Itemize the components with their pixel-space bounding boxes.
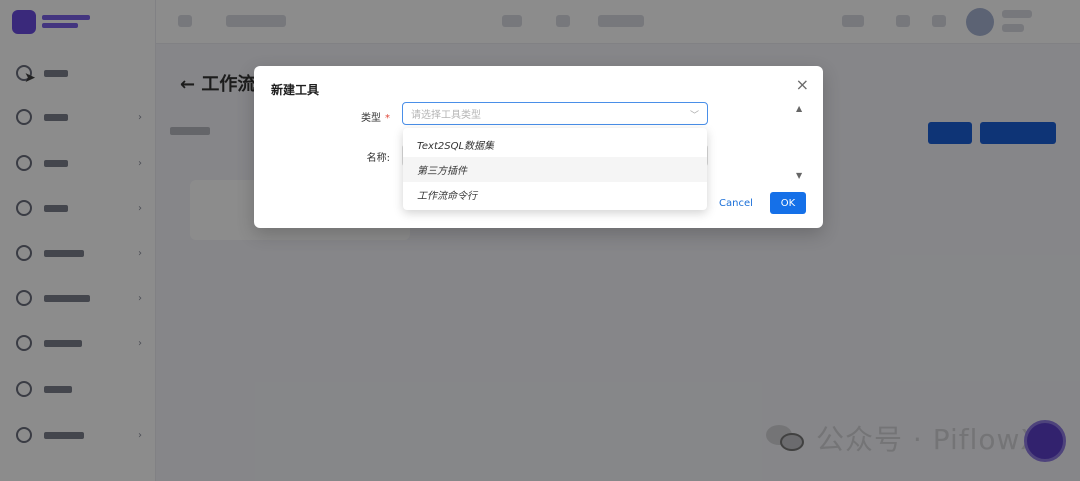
mouse-cursor-icon: ➤	[24, 70, 36, 86]
app-root: › › › › › › › ← 工作流 公众号 · PiflowX ➤ 新建工具	[0, 0, 1080, 481]
scroll-up-icon[interactable]: ▲	[796, 104, 802, 113]
ok-button[interactable]: OK	[770, 192, 806, 214]
close-icon[interactable]: ×	[796, 77, 809, 93]
dropdown-option-third-party-plugin[interactable]: 第三方插件	[403, 157, 707, 182]
required-mark: *	[385, 113, 390, 124]
tool-type-dropdown: Text2SQL数据集 第三方插件 工作流命令行	[403, 128, 707, 210]
name-label: 名称:	[366, 153, 390, 164]
dropdown-option-text2sql[interactable]: Text2SQL数据集	[403, 132, 707, 157]
scroll-down-icon[interactable]: ▼	[796, 171, 802, 180]
type-label: 类型 *	[361, 113, 390, 124]
cancel-button[interactable]: Cancel	[713, 192, 759, 214]
modal-title: 新建工具	[271, 83, 320, 97]
dropdown-option-workflow-cli[interactable]: 工作流命令行	[403, 182, 707, 207]
chevron-down-icon: ﹀	[689, 111, 699, 121]
tool-type-placeholder: 请选择工具类型	[411, 110, 481, 121]
tool-type-select[interactable]: 请选择工具类型 ﹀	[402, 102, 708, 125]
